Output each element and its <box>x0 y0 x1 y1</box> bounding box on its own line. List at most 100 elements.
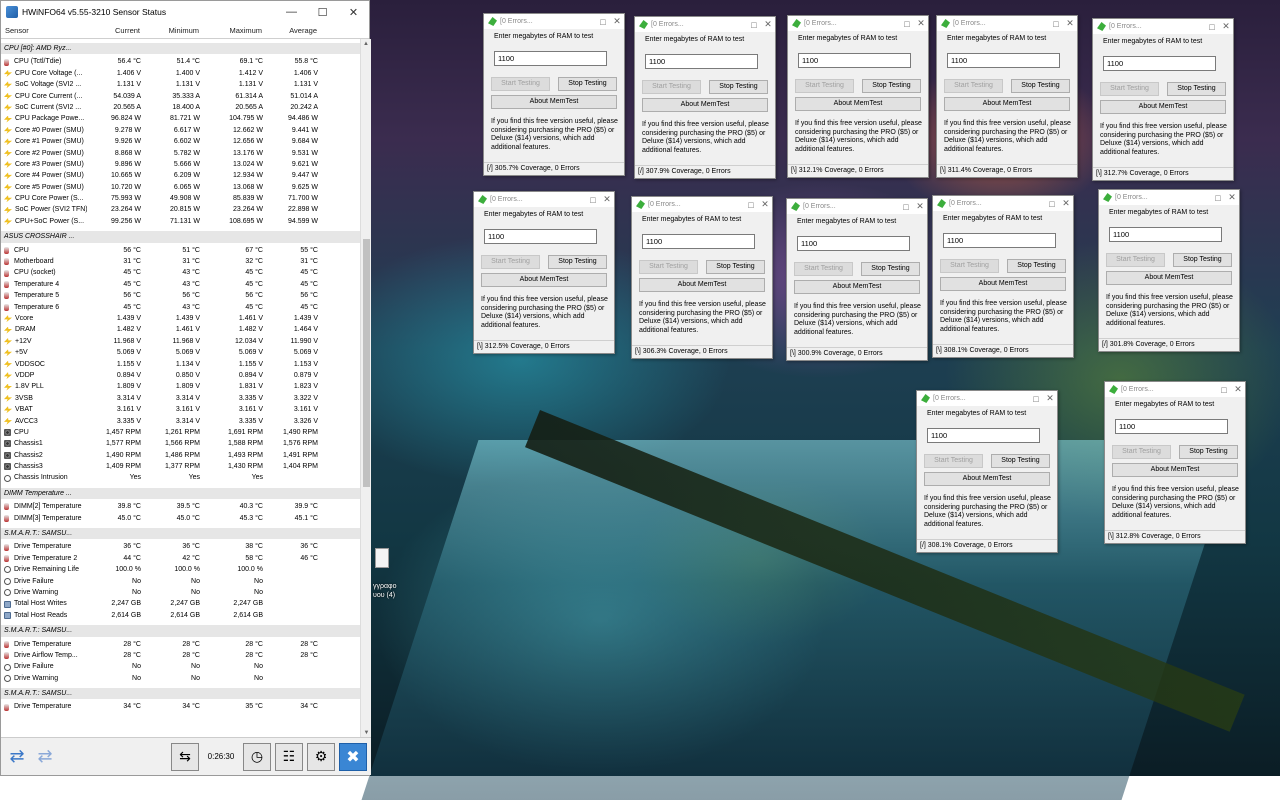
minimize-button[interactable]: □ <box>1217 385 1231 395</box>
ram-megabytes-input[interactable]: 1100 <box>798 53 911 68</box>
sensor-row[interactable]: Drive Warning No No No <box>1 673 360 684</box>
sensor-row[interactable]: Drive Warning No No No <box>1 587 360 598</box>
stop-testing-button[interactable]: Stop Testing <box>548 255 607 269</box>
minimize-button[interactable]: □ <box>1045 199 1059 209</box>
about-memtest-button[interactable]: About MemTest <box>1106 271 1232 285</box>
sensor-row[interactable]: Drive Airflow Temp... 28 °C 28 °C 28 °C 28 °… <box>1 650 360 661</box>
start-testing-button[interactable]: Start Testing <box>795 79 854 93</box>
sensor-row[interactable]: Drive Temperature 36 °C 36 °C 38 °C 36 °C <box>1 541 360 552</box>
start-testing-button[interactable]: Start Testing <box>642 80 701 94</box>
about-memtest-button[interactable]: About MemTest <box>795 97 921 111</box>
about-memtest-button[interactable]: About MemTest <box>642 98 768 112</box>
stop-testing-button[interactable]: Stop Testing <box>1167 82 1226 96</box>
memtest-titlebar[interactable]: [0 Errors... □ ✕ <box>787 199 927 214</box>
sensor-group-header[interactable]: S.M.A.R.T.: SAMSU... <box>1 688 360 700</box>
sensor-row[interactable]: Temperature 4 45 °C 43 °C 45 °C 45 °C <box>1 279 360 290</box>
sensor-row[interactable]: SoC Current (SVI2 ... 20.565 A 18.400 A 20.… <box>1 102 360 113</box>
sensor-row[interactable]: 3VSB 3.314 V 3.314 V 3.335 V 3.322 V <box>1 393 360 404</box>
col-sensor[interactable]: Sensor <box>1 26 85 35</box>
sensor-row[interactable]: VDDSOC 1.155 V 1.134 V 1.155 V 1.153 V <box>1 359 360 370</box>
memtest-titlebar[interactable]: [0 Errors... □ ✕ <box>632 197 772 212</box>
about-memtest-button[interactable]: About MemTest <box>944 97 1070 111</box>
prev-arrow-icon[interactable]: ⇄ <box>3 745 31 769</box>
memtest-titlebar[interactable]: [0 Errors... □ ✕ <box>484 14 624 29</box>
sensor-row[interactable]: CPU (socket) 45 °C 43 °C 45 °C 45 °C <box>1 267 360 278</box>
close-button[interactable]: ✕ <box>1231 384 1245 395</box>
sensor-row[interactable]: AVCC3 3.335 V 3.314 V 3.335 V 3.326 V <box>1 416 360 427</box>
sensor-row[interactable]: VBAT 3.161 V 3.161 V 3.161 V 3.161 V <box>1 404 360 415</box>
close-button[interactable]: ✕ <box>1225 192 1239 203</box>
minimize-button[interactable]: □ <box>1029 394 1043 404</box>
sensor-row[interactable]: Drive Failure No No No <box>1 576 360 587</box>
sensor-row[interactable]: DRAM 1.482 V 1.461 V 1.482 V 1.464 V <box>1 324 360 335</box>
start-testing-button[interactable]: Start Testing <box>940 259 999 273</box>
sensor-row[interactable]: Drive Temperature 34 °C 34 °C 35 °C 34 °C <box>1 701 360 712</box>
sensor-row[interactable]: DIMM[2] Temperature 39.8 °C 39.5 °C 40.3 °C… <box>1 501 360 512</box>
col-minimum[interactable]: Minimum <box>140 26 199 35</box>
stop-testing-button[interactable]: Stop Testing <box>1007 259 1066 273</box>
sensor-list[interactable]: CPU [#0]: AMD Ryz... CPU (Tctl/Tdie) 56.4 … <box>1 39 360 739</box>
scrollbar-thumb[interactable] <box>363 239 370 487</box>
stop-testing-button[interactable]: Stop Testing <box>558 77 617 91</box>
ram-megabytes-input[interactable]: 1100 <box>947 53 1060 68</box>
start-testing-button[interactable]: Start Testing <box>491 77 550 91</box>
ram-megabytes-input[interactable]: 1100 <box>1103 56 1216 71</box>
minimize-button[interactable]: □ <box>1049 19 1063 29</box>
stop-testing-button[interactable]: Stop Testing <box>861 262 920 276</box>
memtest-titlebar[interactable]: [0 Errors... □ ✕ <box>1093 19 1233 34</box>
close-button[interactable]: ✕ <box>338 1 369 23</box>
sensor-row[interactable]: CPU Core Power (S... 75.993 W 49.908 W 85.8… <box>1 193 360 204</box>
memtest-titlebar[interactable]: [0 Errors... □ ✕ <box>788 16 928 31</box>
col-current[interactable]: Current <box>85 26 140 35</box>
sensor-group-header[interactable]: DIMM Temperature ... <box>1 487 360 500</box>
about-memtest-button[interactable]: About MemTest <box>794 280 920 294</box>
stop-testing-button[interactable]: Stop Testing <box>1179 445 1238 459</box>
memtest-titlebar[interactable]: [0 Errors... □ ✕ <box>937 16 1077 31</box>
close-sensors-icon[interactable]: ✖ <box>339 742 367 771</box>
start-testing-button[interactable]: Start Testing <box>639 260 698 274</box>
memtest-titlebar[interactable]: [0 Errors... □ ✕ <box>1099 190 1239 205</box>
sensor-row[interactable]: Core #2 Power (SMU) 8.868 W 5.782 W 13.176 … <box>1 148 360 159</box>
stop-testing-button[interactable]: Stop Testing <box>862 79 921 93</box>
sensor-row[interactable]: +12V 11.968 V 11.968 V 12.034 V 11.990 V <box>1 336 360 347</box>
desktop-file-icon[interactable]: γγραφο υου (4) <box>373 548 413 608</box>
minimize-button[interactable]: □ <box>747 20 761 30</box>
minimize-button[interactable]: □ <box>586 195 600 205</box>
sensor-row[interactable]: Total Host Writes 2,247 GB 2,247 GB 2,247 G… <box>1 598 360 609</box>
close-button[interactable]: ✕ <box>758 199 772 210</box>
stop-testing-button[interactable]: Stop Testing <box>1011 79 1070 93</box>
sensor-group-header[interactable]: S.M.A.R.T.: SAMSU... <box>1 528 360 540</box>
sensor-row[interactable]: Drive Failure No No No <box>1 661 360 672</box>
sensor-row[interactable]: CPU Core Current (... 54.039 A 35.333 A 61.… <box>1 91 360 102</box>
minimize-button[interactable]: □ <box>899 202 913 212</box>
sensor-row[interactable]: 1.8V PLL 1.809 V 1.809 V 1.831 V 1.823 V <box>1 381 360 392</box>
start-testing-button[interactable]: Start Testing <box>1100 82 1159 96</box>
memtest-titlebar[interactable]: [0 Errors... □ ✕ <box>474 192 614 207</box>
sensor-row[interactable]: Chassis2 1,490 RPM 1,486 RPM 1,493 RPM 1,491… <box>1 450 360 461</box>
report-icon[interactable]: ☷ <box>275 742 303 771</box>
maximize-button[interactable]: ☐ <box>307 1 338 23</box>
memtest-titlebar[interactable]: [0 Errors... □ ✕ <box>1105 382 1245 397</box>
start-testing-button[interactable]: Start Testing <box>1112 445 1171 459</box>
about-memtest-button[interactable]: About MemTest <box>1112 463 1238 477</box>
sensor-row[interactable]: Motherboard 31 °C 31 °C 32 °C 31 °C <box>1 256 360 267</box>
sensor-row[interactable]: Drive Temperature 28 °C 28 °C 28 °C 28 °C <box>1 639 360 650</box>
col-maximum[interactable]: Maximum <box>199 26 262 35</box>
stop-testing-button[interactable]: Stop Testing <box>1173 253 1232 267</box>
sensor-row[interactable]: DIMM[3] Temperature 45.0 °C 45.0 °C 45.3 °C… <box>1 513 360 524</box>
settings-icon[interactable]: ⚙ <box>307 742 335 771</box>
close-button[interactable]: ✕ <box>1063 18 1077 29</box>
ram-megabytes-input[interactable]: 1100 <box>645 54 758 69</box>
minimize-button[interactable]: — <box>276 1 307 23</box>
ram-megabytes-input[interactable]: 1100 <box>494 51 607 66</box>
sensor-row[interactable]: Drive Remaining Life 100.0 % 100.0 % 100.0 … <box>1 564 360 575</box>
about-memtest-button[interactable]: About MemTest <box>940 277 1066 291</box>
sensor-row[interactable]: Drive Temperature 2 44 °C 42 °C 58 °C 46 °C <box>1 553 360 564</box>
sensor-row[interactable]: CPU 56 °C 51 °C 67 °C 55 °C <box>1 245 360 256</box>
hwinfo-titlebar[interactable]: HWiNFO64 v5.55-3210 Sensor Status — ☐ ✕ <box>1 1 369 23</box>
close-button[interactable]: ✕ <box>1043 393 1057 404</box>
sensor-row[interactable]: Total Host Reads 2,614 GB 2,614 GB 2,614 GB <box>1 610 360 621</box>
sensor-group-header[interactable]: S.M.A.R.T.: SAMSU... <box>1 625 360 637</box>
sensor-row[interactable]: CPU+SoC Power (S... 99.256 W 71.131 W 108.6… <box>1 216 360 227</box>
memtest-titlebar[interactable]: [0 Errors... □ ✕ <box>917 391 1057 406</box>
